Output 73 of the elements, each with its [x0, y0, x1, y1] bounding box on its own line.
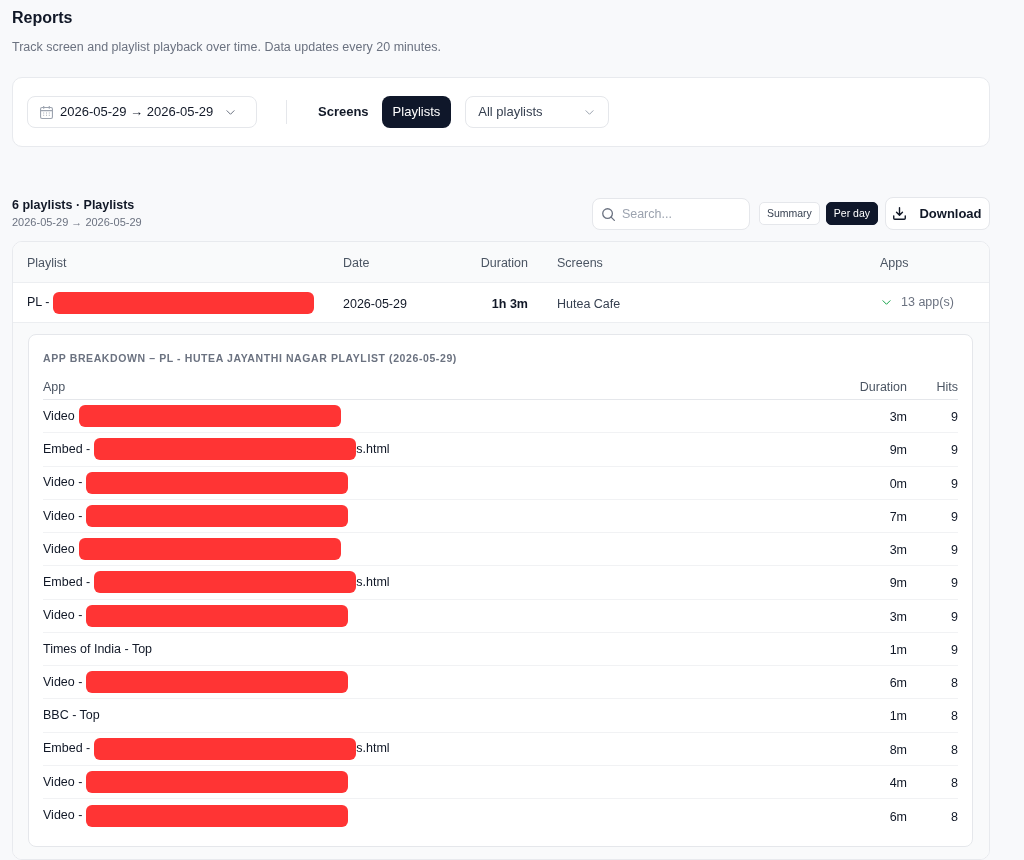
- table-cell: 8: [951, 775, 958, 790]
- tab[interactable]: Screens: [311, 96, 376, 128]
- app-name: Video -: [43, 607, 83, 625]
- column-header: Date: [343, 256, 370, 270]
- table-cell: 6m: [889, 809, 907, 824]
- app-name-suffix: s.html: [356, 574, 390, 591]
- app-name: Video: [43, 540, 75, 558]
- table-cell: 9: [951, 410, 958, 425]
- app-name: Embed -: [43, 441, 91, 458]
- app-name: Video -: [43, 507, 83, 525]
- tab[interactable]: Playlists: [381, 96, 452, 128]
- table-cell: 3m: [889, 609, 907, 624]
- app-name: Video -: [43, 673, 83, 691]
- app-name: Video -: [43, 773, 83, 791]
- table-cell: 9m: [889, 576, 907, 591]
- view-toggle[interactable]: Summary: [758, 202, 820, 225]
- table-cell: 2026-05-29: [343, 296, 407, 311]
- results-date-range: 2026-05-29 → 2026-05-29: [12, 216, 142, 229]
- table-cell: 1m: [889, 642, 907, 657]
- table-cell: 3m: [889, 410, 907, 425]
- table-cell: 4m: [889, 775, 907, 790]
- table-cell: 8m: [889, 742, 907, 757]
- table-cell: 9: [951, 509, 958, 524]
- table-cell: 1m: [889, 709, 907, 724]
- app-name: BBC - Top: [43, 707, 100, 724]
- search-icon: [601, 207, 615, 221]
- app-name-suffix: s.html: [356, 441, 390, 458]
- column-header: Duration: [859, 379, 907, 394]
- download-icon: [893, 207, 907, 220]
- table-cell: 8: [951, 742, 958, 757]
- app-name: Video: [43, 407, 75, 425]
- app-name-suffix: s.html: [356, 740, 390, 758]
- table-cell: 9: [951, 543, 958, 558]
- table-cell: 7m: [889, 509, 907, 524]
- app-name: Embed -: [43, 574, 91, 591]
- playlist-name: PL -: [27, 294, 50, 312]
- playlist-dropdown[interactable]: All playlists: [465, 96, 610, 128]
- column-header: Playlist: [27, 256, 67, 270]
- column-header: Screens: [557, 256, 603, 270]
- view-toggle[interactable]: Per day: [825, 202, 878, 225]
- breakdown-title: APP BREAKDOWN – PL - HUTEA JAYANTHI NAGAR PLAYLIST (2026-05-29): [43, 352, 457, 364]
- app-name: Video -: [43, 474, 83, 492]
- column-header: Duration: [480, 256, 528, 270]
- date-range-button[interactable]: 2026-05-29 → 2026-05-29: [27, 96, 257, 128]
- results-title: 6 playlists · Playlists: [12, 198, 135, 213]
- chevron-down-icon: [585, 109, 595, 115]
- table-cell: 9: [951, 576, 958, 591]
- table-cell: 9: [951, 476, 958, 491]
- download-button[interactable]: Download: [885, 197, 990, 230]
- app-name: Embed -: [43, 740, 91, 758]
- table-cell: 8: [951, 709, 958, 724]
- app-name: Times of India - Top: [43, 640, 153, 658]
- column-header: Apps: [880, 256, 909, 270]
- table-cell: 9: [951, 443, 958, 458]
- column-header: Hits: [936, 379, 958, 394]
- apps-toggle[interactable]: 13 app(s): [879, 293, 954, 312]
- table-cell: 1h 3m: [491, 296, 528, 311]
- table-cell: 9: [951, 609, 958, 624]
- table-cell: 0m: [889, 476, 907, 491]
- calendar-icon: [40, 105, 53, 119]
- app-name: Video -: [43, 807, 83, 825]
- table-cell: 6m: [889, 676, 907, 691]
- table-cell: 8: [951, 676, 958, 691]
- table-cell: 3m: [889, 543, 907, 558]
- table-cell: 9: [951, 642, 958, 657]
- chevron-down-icon: [226, 109, 236, 115]
- search-field[interactable]: Search...: [591, 197, 750, 230]
- page-subtitle: Track screen and playlist playback over time. Data updates every 20 minutes.: [12, 39, 441, 55]
- column-header: App: [43, 379, 66, 394]
- table-cell: Hutea Cafe: [557, 296, 621, 311]
- table-cell: 8: [951, 809, 958, 824]
- table-cell: 9m: [889, 443, 907, 458]
- page-title: Reports: [12, 8, 73, 28]
